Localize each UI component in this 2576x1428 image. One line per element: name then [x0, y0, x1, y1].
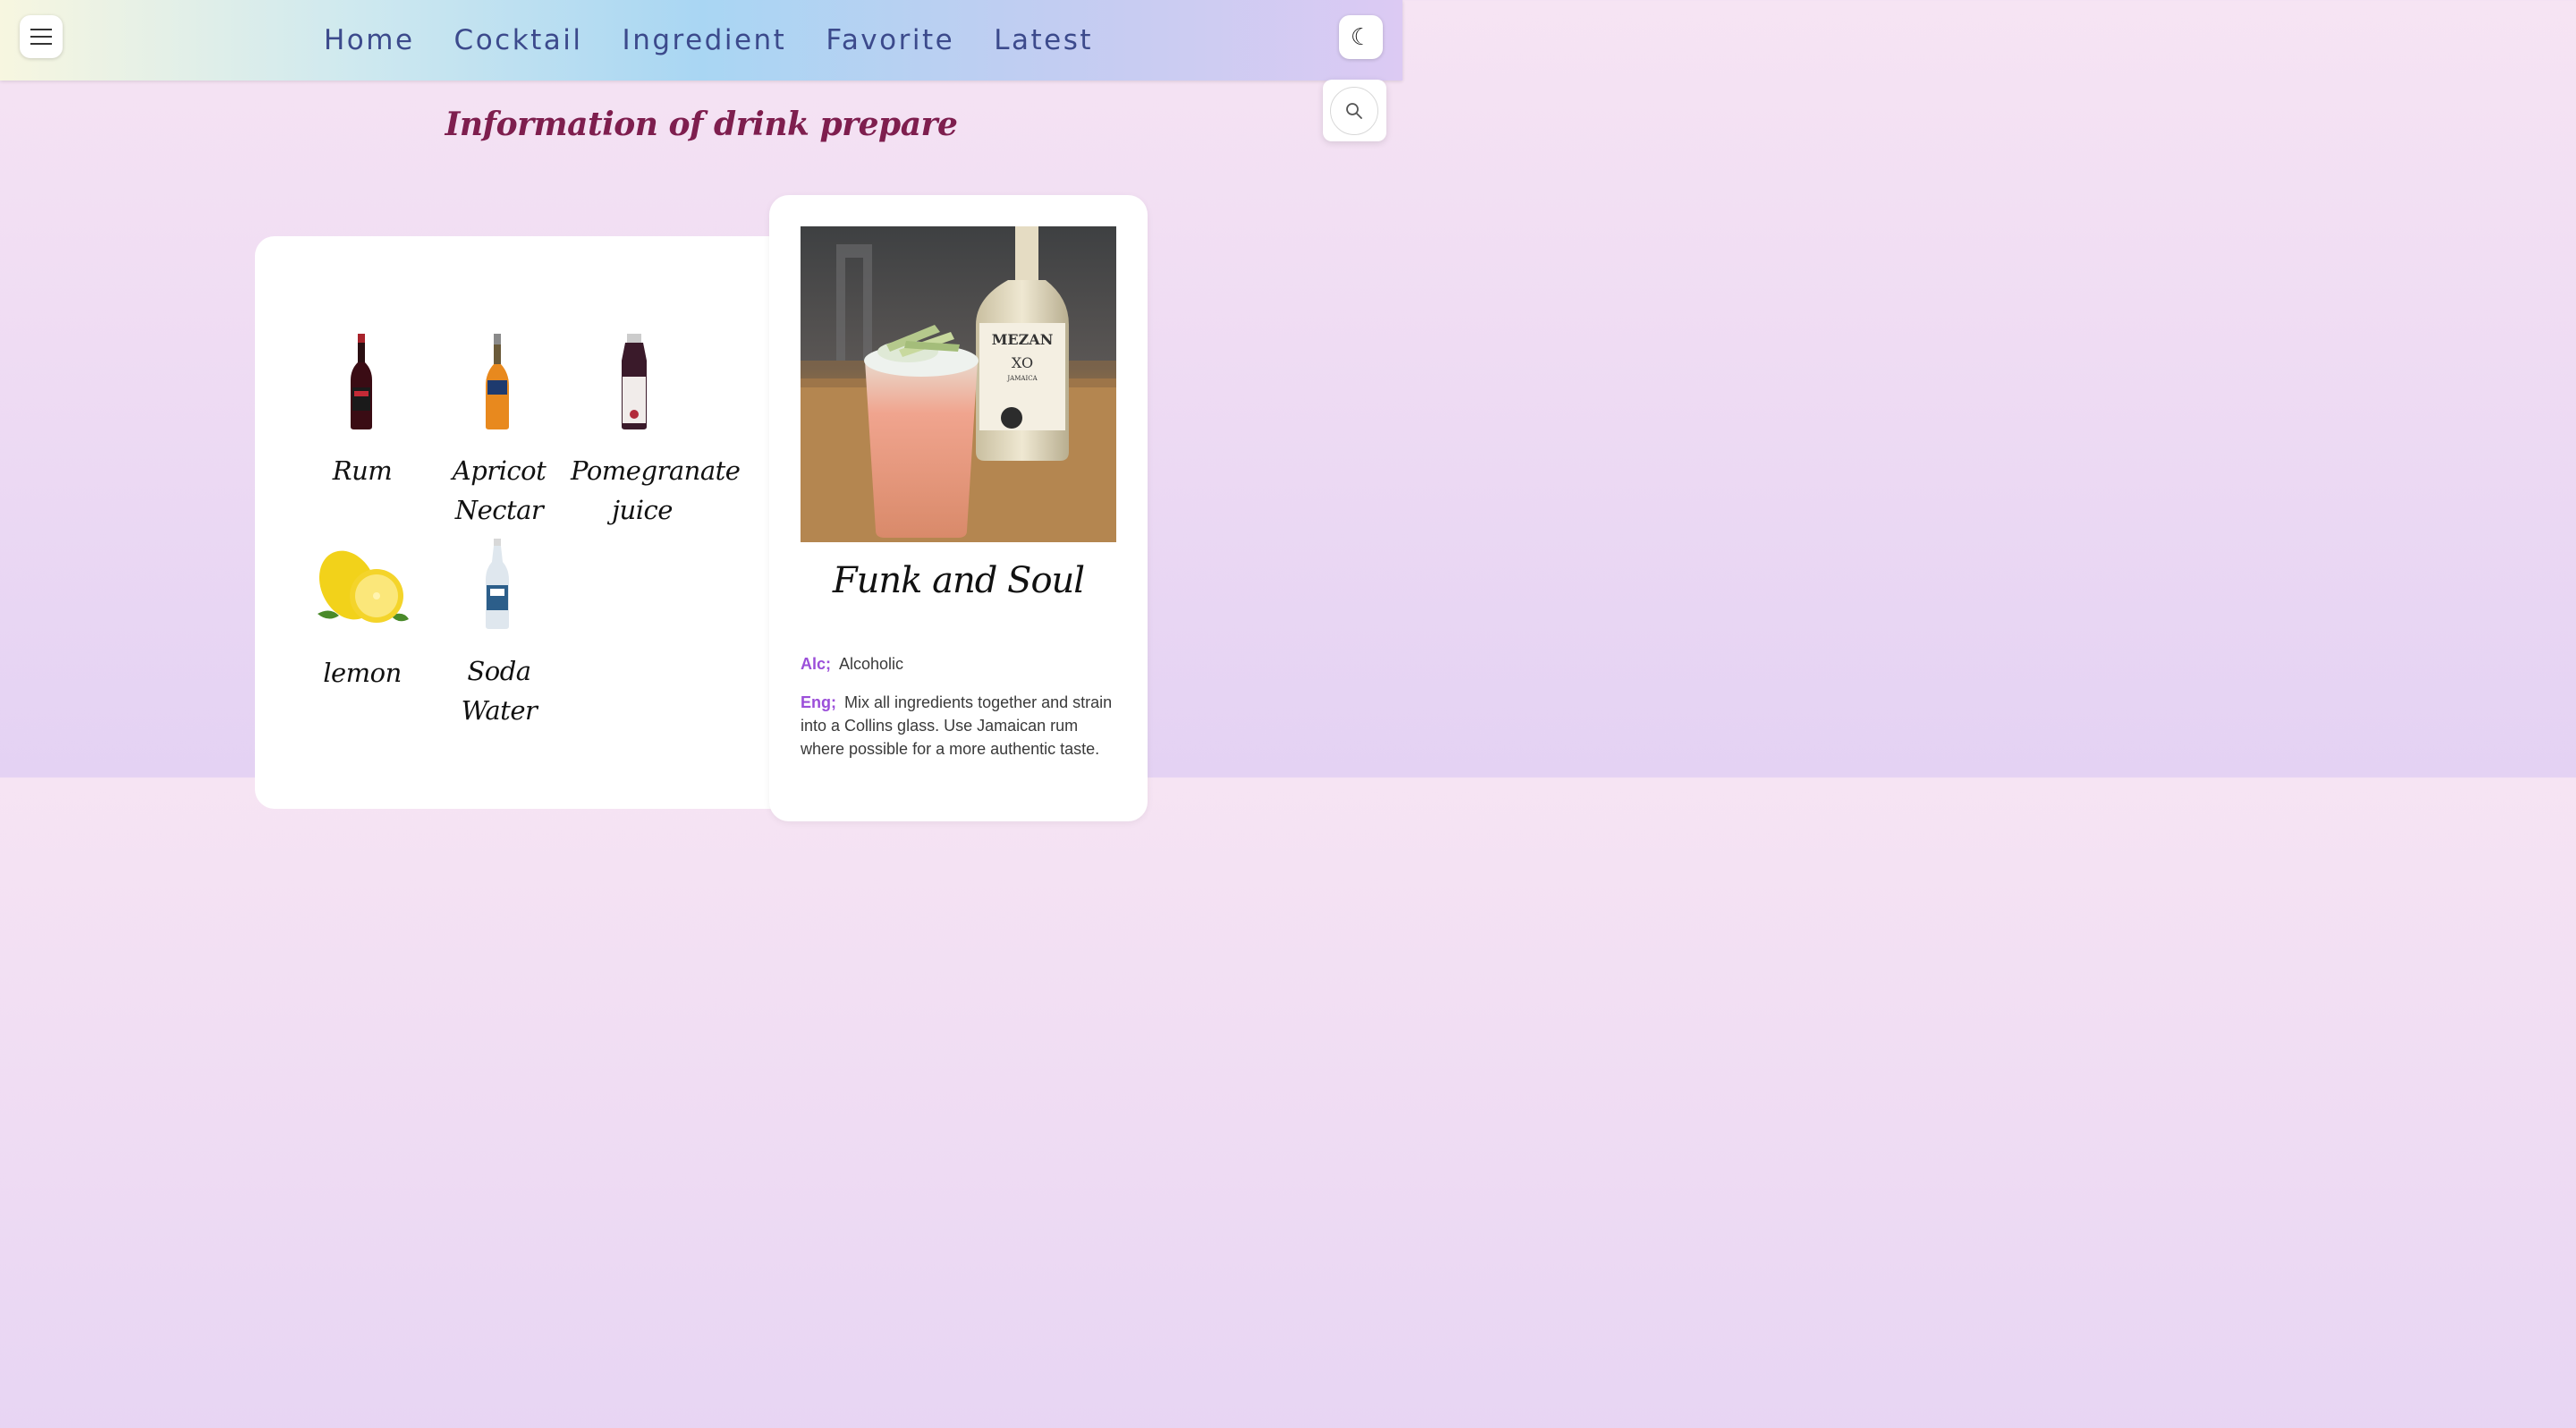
- apricot-nectar-bottle-image[interactable]: [483, 334, 512, 430]
- soda-water-bottle-image[interactable]: [483, 539, 512, 630]
- main-nav: Home Cocktail Ingredient Favorite Latest: [324, 22, 1093, 58]
- menu-button[interactable]: [20, 15, 63, 58]
- alc-key: Alc;: [801, 655, 832, 673]
- ingredient-name: Soda Water: [461, 656, 538, 726]
- ingredient-name: lemon: [323, 658, 402, 688]
- nav-favorite[interactable]: Favorite: [826, 22, 954, 58]
- alcohol-info: Alc; Alcoholic: [801, 652, 1123, 676]
- drink-name: Funk and Soul: [832, 560, 1085, 601]
- nav-home[interactable]: Home: [324, 22, 415, 58]
- instructions-text: Mix all ingredients together and strain …: [801, 693, 1113, 758]
- bottle-grade: XO: [1012, 354, 1033, 371]
- page-title: Information of drink prepare: [445, 106, 958, 143]
- bottle-origin: JAMAICA: [1006, 375, 1038, 382]
- pomegranate-juice-bottle-image[interactable]: [616, 334, 652, 430]
- hamburger-menu-icon: [30, 29, 52, 45]
- ingredients-card: Rum Apricot Nectar Pomegranate juice lem…: [255, 236, 792, 809]
- ingredient-name: Apricot Nectar: [452, 455, 547, 525]
- crescent-moon-icon: ☾: [1350, 23, 1372, 51]
- theme-toggle-button[interactable]: ☾: [1339, 15, 1383, 59]
- rum-bottle-image[interactable]: [347, 334, 376, 430]
- ingredient-name: Rum: [332, 455, 393, 486]
- bottle-brand: MEZAN: [992, 331, 1054, 348]
- nav-cocktail[interactable]: Cocktail: [454, 22, 583, 58]
- eng-key: Eng;: [801, 693, 836, 711]
- nav-latest[interactable]: Latest: [994, 22, 1093, 58]
- instructions-info: Eng; Mix all ingredients together and str…: [801, 691, 1123, 761]
- nav-ingredient[interactable]: Ingredient: [623, 22, 787, 58]
- top-navigation-bar: Home Cocktail Ingredient Favorite Latest…: [0, 0, 1402, 81]
- lemon-image[interactable]: [312, 544, 411, 626]
- cocktail-photo: MEZAN XO JAMAICA: [801, 226, 1116, 542]
- ingredient-name: Pomegranate juice: [571, 455, 741, 525]
- drink-detail-card: MEZAN XO JAMAICA Funk and Soul Alc; Alcoh…: [769, 195, 1148, 821]
- alc-value: Alcoholic: [839, 655, 904, 673]
